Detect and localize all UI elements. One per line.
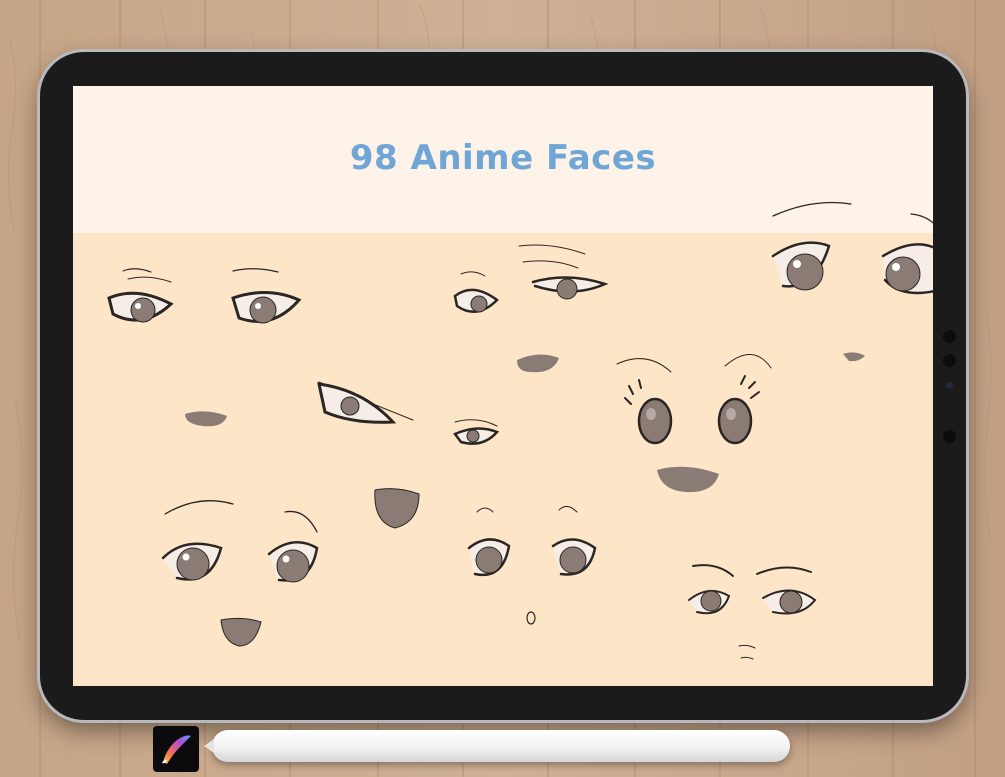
face-3-eyes — [771, 201, 933, 295]
face-1-nose — [185, 411, 227, 427]
tablet-side-button — [943, 430, 956, 443]
brush-icon — [162, 735, 191, 764]
face-4-mouth — [374, 488, 420, 529]
face-2-nose — [517, 354, 559, 373]
face-7-eyes — [467, 506, 597, 577]
tablet-screen: 98 Anime Faces — [73, 86, 933, 686]
tablet-device: 98 Anime Faces — [40, 52, 966, 720]
face-7-mouth — [526, 611, 536, 625]
face-8-eyes — [688, 564, 817, 615]
procreate-app-icon — [153, 726, 199, 772]
pencil-tip — [204, 739, 214, 753]
face-4-eyes — [317, 381, 500, 445]
tablet-camera — [946, 382, 953, 389]
apple-pencil — [204, 730, 790, 762]
face-5-nose — [657, 466, 719, 493]
face-1-eyes — [107, 268, 302, 324]
anime-faces-artwork — [107, 201, 933, 660]
face-6-eyes — [161, 500, 319, 583]
tablet-side-button — [943, 354, 956, 367]
face-2-eyes — [453, 244, 609, 313]
face-6-mouth — [220, 617, 262, 647]
face-3-nose — [843, 352, 865, 362]
face-8-mouth — [738, 644, 756, 649]
face-5-eyes — [616, 354, 772, 445]
tablet-side-button — [943, 330, 956, 343]
